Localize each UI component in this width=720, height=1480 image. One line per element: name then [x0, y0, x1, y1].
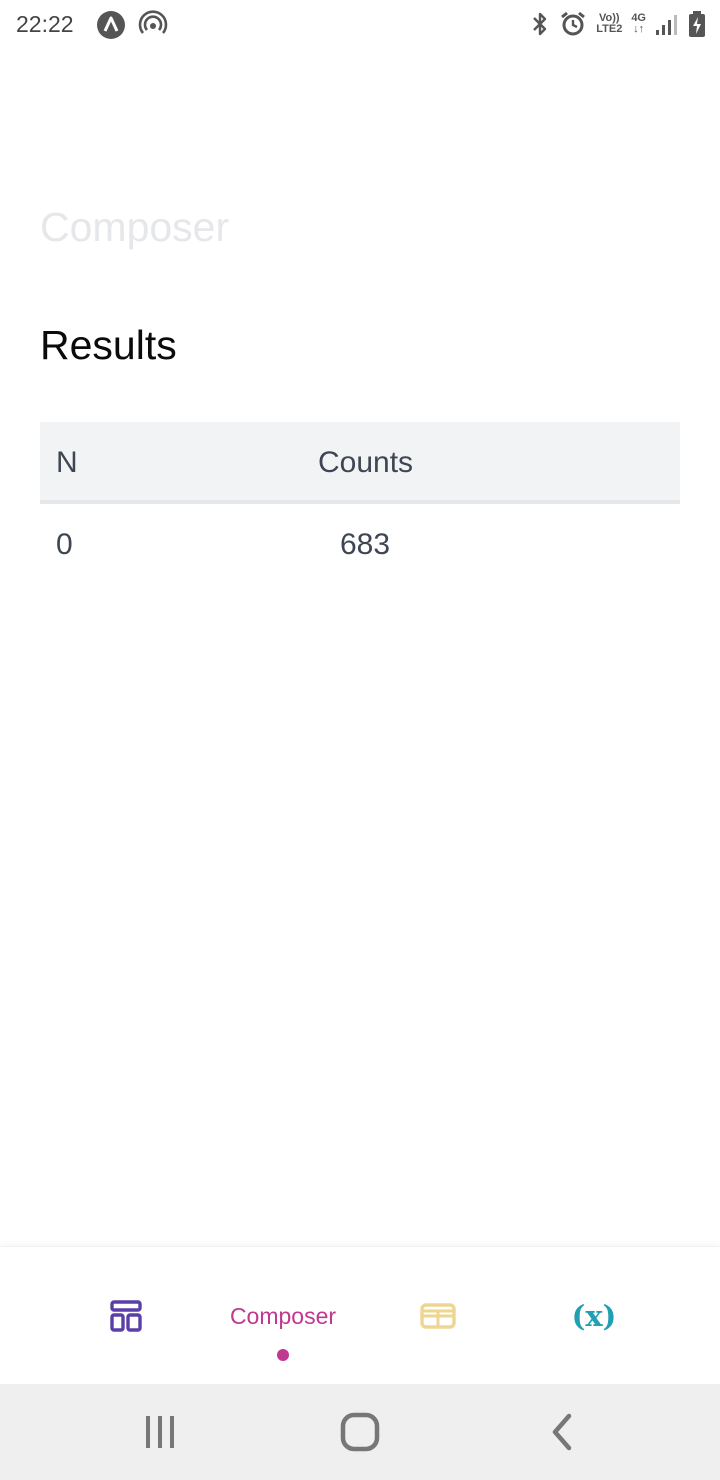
- home-icon: [340, 1412, 380, 1452]
- system-nav-bar: [0, 1384, 720, 1480]
- nav-item-composer[interactable]: Composer: [212, 1247, 354, 1385]
- back-icon: [552, 1413, 572, 1451]
- nav-item-table[interactable]: [388, 1247, 488, 1385]
- back-button[interactable]: [512, 1384, 612, 1480]
- home-button[interactable]: [310, 1384, 410, 1480]
- network-type-indicator: 4G ↓↑: [631, 13, 646, 35]
- nav-label-composer: Composer: [229, 1302, 337, 1329]
- bluetooth-icon: [533, 12, 547, 36]
- signal-icon: [656, 15, 677, 35]
- table-icon: [420, 1303, 456, 1329]
- results-heading: Results: [40, 322, 177, 368]
- hotspot-icon: [138, 10, 168, 34]
- layout-icon: [110, 1300, 142, 1332]
- bottom-nav: Composer (x): [0, 1246, 720, 1384]
- table-row[interactable]: 0 683: [40, 504, 680, 586]
- recents-icon: [146, 1416, 174, 1448]
- nav-item-layout[interactable]: [76, 1247, 176, 1385]
- nav-item-variables[interactable]: (x): [544, 1247, 644, 1385]
- cell-n: 0: [56, 528, 73, 561]
- app-a-icon: [97, 11, 125, 39]
- status-bar: 22:22 Vo)) LTE2 4G ↓↑: [0, 0, 720, 50]
- active-indicator-dot: [277, 1349, 289, 1361]
- cell-counts: 683: [340, 528, 391, 561]
- recents-button[interactable]: [110, 1384, 210, 1480]
- column-header-counts[interactable]: Counts: [318, 446, 413, 480]
- table-header: N Counts: [40, 422, 680, 504]
- battery-charging-icon: [689, 11, 705, 37]
- volte-line2: LTE2: [596, 23, 623, 35]
- status-left-icons: [96, 10, 168, 40]
- volte-indicator: Vo)) LTE2: [596, 13, 622, 35]
- alarm-icon: [561, 11, 586, 36]
- results-table: N Counts 0 683: [40, 422, 680, 586]
- page-title-faded: Composer: [40, 204, 230, 250]
- network-arrows: ↓↑: [633, 23, 645, 35]
- column-header-n[interactable]: N: [56, 446, 78, 480]
- status-right-icons: Vo)) LTE2 4G ↓↑: [530, 10, 706, 38]
- variables-icon: (x): [571, 1299, 617, 1333]
- status-time: 22:22: [16, 11, 74, 37]
